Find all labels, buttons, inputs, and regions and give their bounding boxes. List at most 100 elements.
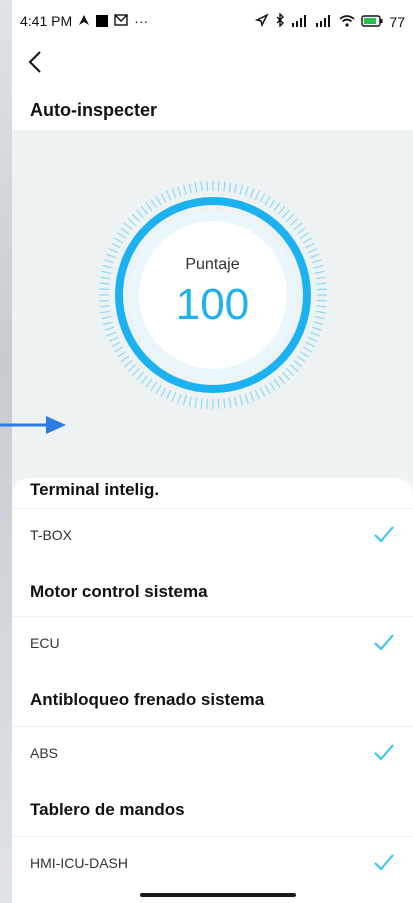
home-indicator[interactable] <box>140 893 296 897</box>
gauge-tick <box>177 186 182 197</box>
check-icon <box>374 854 394 871</box>
gauge-tick <box>145 202 153 212</box>
gauge-tick <box>228 397 232 408</box>
check-icon <box>374 744 394 761</box>
score-value: 100 <box>175 280 250 329</box>
gauge-tick <box>273 378 281 388</box>
battery-icon <box>361 14 383 30</box>
gauge-tick <box>194 182 198 193</box>
result-row-ecu[interactable]: ECU <box>12 616 413 668</box>
gauge-tick <box>259 193 266 203</box>
gauge-tick <box>299 351 309 358</box>
gauge-tick <box>108 336 119 342</box>
gauge-tick <box>188 183 192 194</box>
result-label: HMI-ICU-DASH <box>30 855 128 871</box>
back-arrow-icon[interactable] <box>22 48 50 76</box>
gauge-tick <box>206 398 209 409</box>
gauge-tick <box>282 371 290 381</box>
gauge-tick <box>171 391 177 402</box>
gauge-tick <box>249 188 255 199</box>
score-label: Puntaje <box>185 256 240 273</box>
gauge-tick <box>307 248 318 254</box>
gauge-tick <box>177 393 182 404</box>
gauge-tick <box>307 336 318 342</box>
gauge-tick <box>217 181 220 192</box>
section-title-motor: Motor control sistema <box>30 582 208 601</box>
gauge-tick <box>166 389 172 400</box>
gauge-tick <box>228 182 232 193</box>
gauge-tick <box>269 381 276 391</box>
result-row-tbox[interactable]: T-BOX <box>12 508 413 560</box>
gauge-tick <box>234 183 238 194</box>
gauge-tick <box>244 186 249 197</box>
background-edge <box>0 0 12 903</box>
gauge-tick <box>127 364 137 372</box>
gauge-tick <box>299 232 309 239</box>
gauge-tick <box>305 341 315 348</box>
gauge-tick <box>289 364 299 372</box>
gauge-tick <box>188 396 192 407</box>
gauge-tick <box>160 193 167 203</box>
gauge-tick <box>305 242 315 249</box>
signal-icon <box>291 14 309 30</box>
gauge-tick <box>296 355 306 363</box>
gauge-tick <box>273 202 281 212</box>
notification-square-icon <box>96 15 109 27</box>
battery-percent: 77 <box>389 13 405 30</box>
result-label: ECU <box>30 635 60 651</box>
gauge-tick <box>120 227 130 235</box>
gauge-tick <box>145 378 153 388</box>
gauge-tick <box>136 371 144 381</box>
gauge-tick <box>136 209 144 219</box>
wifi-icon <box>339 14 355 30</box>
check-icon <box>374 634 394 651</box>
gauge-tick <box>269 199 276 209</box>
gauge-tick <box>239 184 244 195</box>
gauge-tick <box>106 331 117 337</box>
gauge-tick <box>254 190 260 201</box>
gauge-tick <box>140 375 149 384</box>
gauge-tick <box>200 398 203 409</box>
gauge-tick <box>166 190 172 201</box>
gauge-tick <box>111 341 121 348</box>
gauge-tick <box>264 195 271 206</box>
gauge-tick <box>302 237 313 244</box>
result-label: ABS <box>30 745 59 761</box>
gauge-tick <box>120 355 130 363</box>
status-time: 4:41 PM <box>20 13 73 29</box>
gauge-tick <box>113 346 124 353</box>
check-icon <box>374 526 394 543</box>
status-bar: 4:41 PM ··· 77 <box>12 0 413 40</box>
score-panel: Puntaje 100 <box>0 130 413 480</box>
gauge-tick <box>293 359 302 368</box>
gauge-tick <box>131 368 140 377</box>
gauge-tick <box>277 375 286 384</box>
status-right: 77 <box>255 12 405 30</box>
section-title-tablero: Tablero de mandos <box>30 800 185 819</box>
gauge-tick <box>155 195 162 206</box>
app-screen: 4:41 PM ··· 77 Auto-inspecter Puntaje 10… <box>0 0 413 903</box>
gauge-tick <box>234 396 238 407</box>
gauge-tick <box>117 232 127 239</box>
section-title-terminal: Terminal intelig. <box>30 480 160 499</box>
top-bar: Auto-inspecter <box>12 40 413 130</box>
result-row-hmi[interactable]: HMI-ICU-DASH <box>12 836 413 888</box>
gauge-tick <box>223 398 226 409</box>
gauge-tick <box>124 359 133 368</box>
gauge-tick <box>127 218 137 226</box>
gauge-tick <box>289 218 299 226</box>
gauge-tick <box>293 222 302 231</box>
gauge-tick <box>217 398 220 409</box>
gauge-tick <box>315 276 326 280</box>
gauge-tick <box>309 331 320 337</box>
location-icon <box>255 13 270 30</box>
results-sheet: Terminal intelig. T-BOX Motor control si… <box>12 478 413 903</box>
result-row-abs[interactable]: ABS <box>12 726 413 778</box>
gauge-tick <box>111 242 121 249</box>
gauge-tick <box>182 395 187 406</box>
navigation-icon <box>78 13 90 29</box>
gauge-tick <box>206 181 209 192</box>
gauge-tick <box>124 222 133 231</box>
gauge-tick <box>244 393 249 404</box>
pointer-arrow-icon <box>0 416 66 434</box>
